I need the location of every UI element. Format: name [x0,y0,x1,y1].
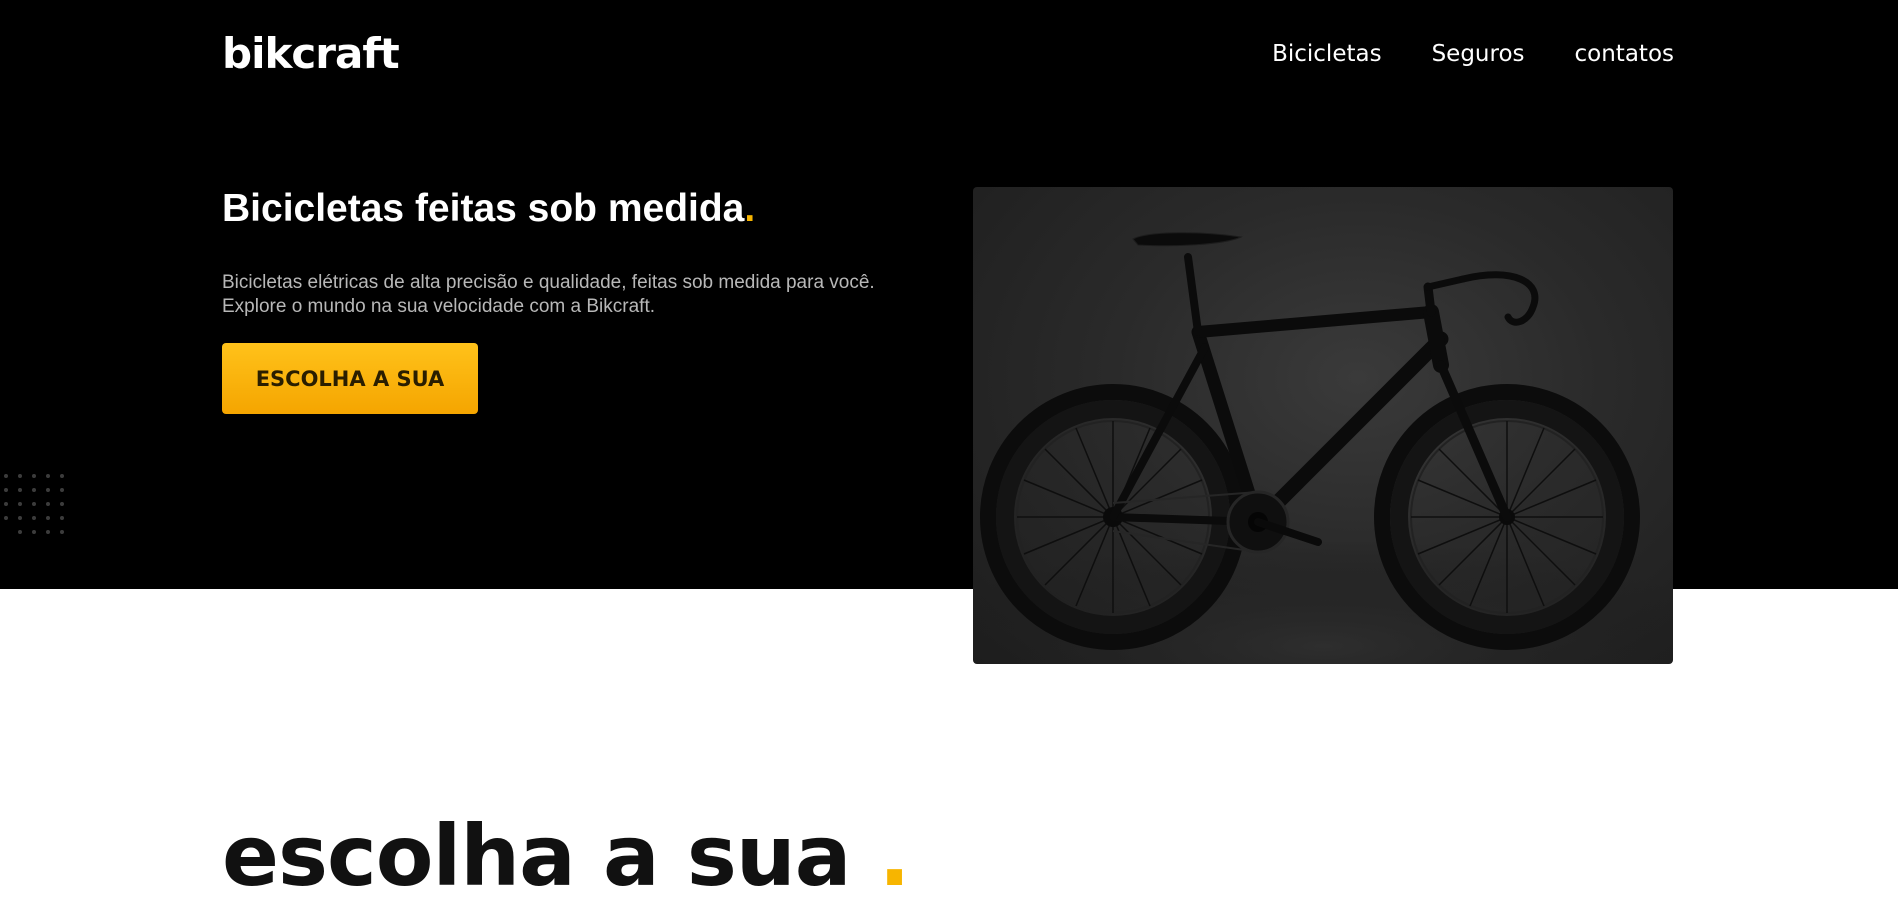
section-title-text: escolha a sua [222,807,851,905]
nav-item-seguros[interactable]: Seguros [1432,26,1525,82]
hero-description-line-2: Explore o mundo na sua velocidade com a … [222,296,656,317]
choose-yours-button[interactable]: ESCOLHA A SUA [222,343,478,414]
hero-bike-image [973,187,1673,664]
nav-item-contatos[interactable]: contatos [1575,26,1674,82]
hero-title: Bicicletas feitas sob medida. [222,184,755,234]
hero-description-line-1: Bicicletas elétricas de alta precisão e … [222,272,875,293]
hero-title-text: Bicicletas feitas sob medida [222,187,745,230]
hero-description: Bicicletas elétricas de alta precisão e … [222,271,942,319]
logo[interactable]: bikcraft [222,26,400,82]
bicycle-illustration [973,232,1673,664]
bike-saddle [1132,232,1243,247]
site-header: bikcraft Bicicletas Seguros contatos [222,26,1674,82]
main-nav: Bicicletas Seguros contatos [1272,26,1674,82]
hero-title-accent-dot: . [744,187,756,230]
section-title-accent-dot: . [878,807,911,905]
decorative-dot-pattern [4,474,64,534]
section-title: escolha a sua . [222,806,911,906]
nav-item-bicicletas[interactable]: Bicicletas [1272,26,1382,82]
